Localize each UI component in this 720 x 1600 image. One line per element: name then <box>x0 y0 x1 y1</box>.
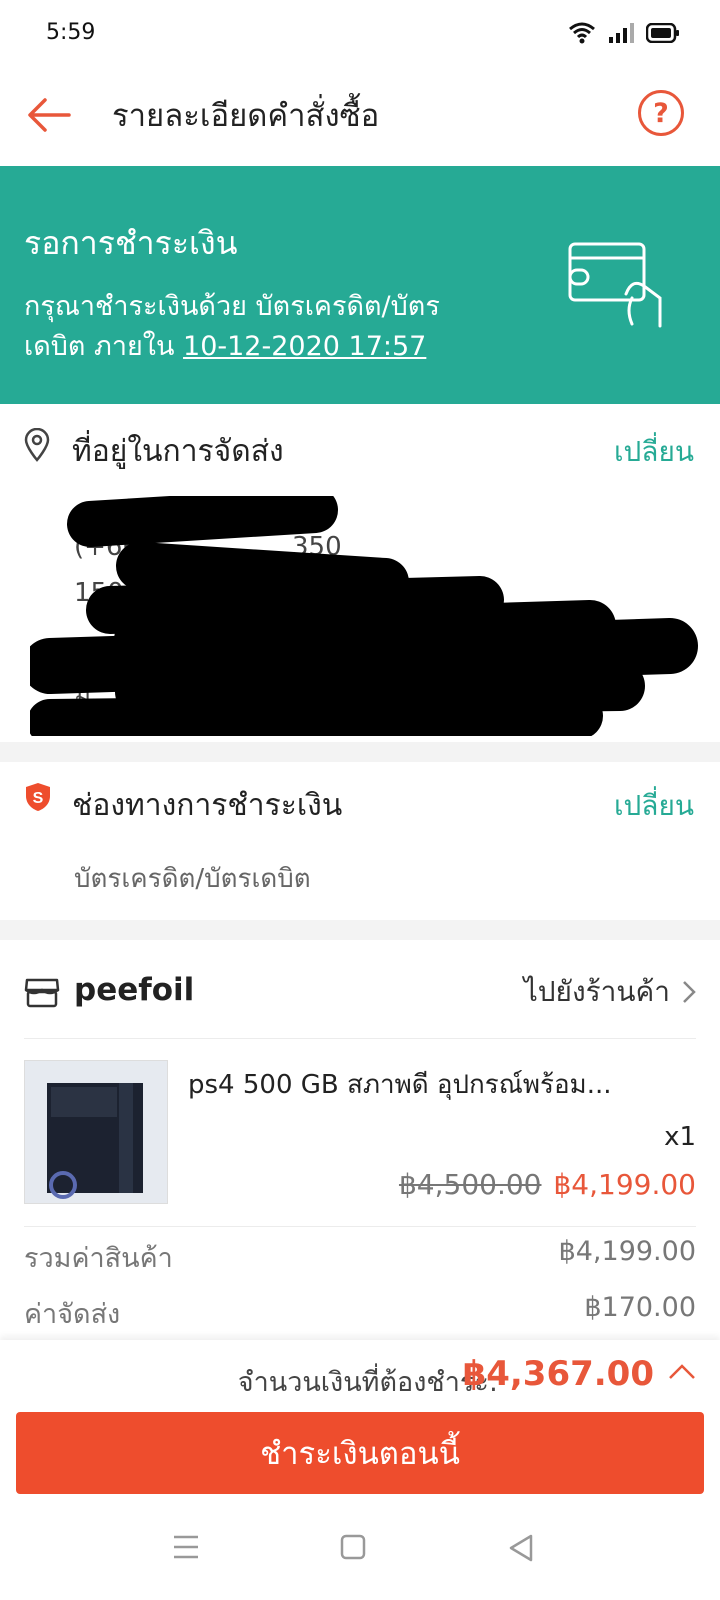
summary-label: รวมค่าสินค้า <box>24 1243 173 1274</box>
page-title: รายละเอียดคำสั่งซื้อ <box>112 98 380 134</box>
banner-deadline-prefix: เดบิต ภายใน <box>24 331 184 362</box>
payment-method-value: บัตรเครดิต/บัตรเดบิต <box>74 864 311 894</box>
original-price: ฿4,500.00 <box>398 1168 542 1201</box>
signal-icon <box>609 23 634 43</box>
shipping-address-title: ที่อยู่ในการจัดส่ง <box>72 434 284 469</box>
back-nav-icon[interactable] <box>508 1534 534 1562</box>
menu-icon[interactable] <box>172 1534 200 1560</box>
status-icons <box>568 22 680 44</box>
shop-name[interactable]: peefoil <box>74 972 194 1008</box>
pay-now-button[interactable]: ชำระเงินตอนนี้ <box>16 1412 704 1494</box>
payment-deadline: 10-12-2020 17:57 <box>183 331 427 362</box>
location-pin-icon <box>24 428 50 462</box>
banner-message-line2: เดบิต ภายใน 10-12-2020 17:57 <box>24 324 426 367</box>
back-button[interactable] <box>22 88 76 142</box>
divider <box>24 1226 696 1227</box>
help-icon: ? <box>653 97 669 129</box>
summary-label: ค่าจัดส่ง <box>24 1299 121 1330</box>
payment-method-section: S ช่องทางการชำระเงิน เปลี่ยน บัตรเครดิต/… <box>0 762 720 920</box>
total-amount: ฿4,367.00 <box>462 1354 654 1394</box>
shipping-address-section: ที่อยู่ในการจัดส่ง เปลี่ยน (+66 350 150 … <box>0 404 720 742</box>
change-payment-link[interactable]: เปลี่ยน <box>614 784 694 828</box>
go-to-shop-label: ไปยังร้านค้า <box>523 975 670 1008</box>
checkout-bar: จำนวนเงินที่ต้องชำระ: ฿4,367.00 ชำระเงิน… <box>0 1340 720 1500</box>
status-bar: 5:59 <box>0 0 720 70</box>
home-icon[interactable] <box>340 1534 366 1560</box>
product-name[interactable]: ps4 500 GB สภาพดี อุปกรณ์พร้อม... <box>188 1064 696 1105</box>
product-image[interactable] <box>24 1060 168 1204</box>
divider <box>24 1038 696 1039</box>
product-price-row: ฿4,500.00 ฿4,199.00 <box>399 1168 696 1201</box>
svg-text:S: S <box>33 790 44 807</box>
battery-icon <box>646 23 679 43</box>
help-button[interactable]: ? <box>638 90 684 136</box>
address-redaction <box>30 496 698 736</box>
card-in-hand-icon <box>568 242 662 328</box>
banner-title: รอการชำระเงิน <box>24 224 238 262</box>
summary-value: ฿170.00 <box>584 1292 696 1323</box>
app-bar: รายละเอียดคำสั่งซื้อ ? <box>0 70 720 166</box>
change-address-link[interactable]: เปลี่ยน <box>614 430 694 474</box>
arrow-left-icon <box>28 98 71 132</box>
payment-pending-banner: รอการชำระเงิน กรุณาชำระเงินด้วย บัตรเครด… <box>0 166 720 404</box>
shop-icon <box>24 978 60 1008</box>
wifi-icon <box>569 22 595 44</box>
banner-message: กรุณาชำระเงินด้วย บัตรเครดิต/บัตร <box>24 291 440 322</box>
shop-section: peefoil ไปยังร้านค้า ps4 500 GB สภาพดี อ… <box>0 940 720 1340</box>
payment-method-title: ช่องทางการชำระเงิน <box>72 788 343 823</box>
product-quantity: x1 <box>664 1122 696 1152</box>
section-divider <box>0 742 720 762</box>
sale-price: ฿4,199.00 <box>553 1168 696 1201</box>
summary-value: ฿4,199.00 <box>558 1236 696 1267</box>
shield-s-icon: S <box>26 783 50 811</box>
section-divider <box>0 920 720 940</box>
console-image <box>25 1061 167 1203</box>
go-to-shop-link[interactable]: ไปยังร้านค้า <box>524 970 696 1014</box>
system-nav-bar <box>0 1500 720 1600</box>
status-time: 5:59 <box>46 20 96 45</box>
total-label: จำนวนเงินที่ต้องชำระ: <box>237 1367 498 1398</box>
chevron-up-icon[interactable] <box>668 1362 696 1382</box>
chevron-right-icon <box>683 981 696 1003</box>
